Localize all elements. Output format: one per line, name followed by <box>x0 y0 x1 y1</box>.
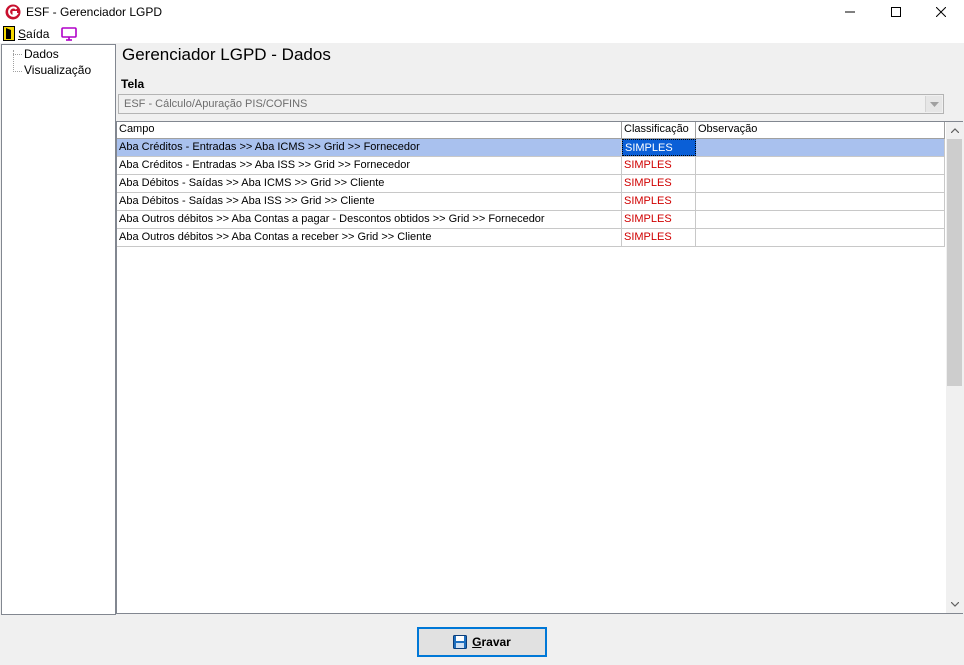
grid-rows: Aba Créditos - Entradas >> Aba ICMS >> G… <box>117 139 945 247</box>
page-title: Gerenciador LGPD - Dados <box>122 45 331 64</box>
cell-classificacao[interactable]: SIMPLES <box>622 211 696 228</box>
cell-classificacao[interactable]: SIMPLES <box>622 157 696 174</box>
title-bar: ESF - Gerenciador LGPD <box>0 0 964 24</box>
maximize-icon <box>891 7 901 17</box>
tree-item-visualizacao[interactable]: Visualização <box>24 63 91 77</box>
chevron-down-icon <box>929 101 939 107</box>
table-row[interactable]: Aba Débitos - Saídas >> Aba ICMS >> Grid… <box>117 175 945 193</box>
column-header-campo[interactable]: Campo <box>117 122 622 138</box>
window-title: ESF - Gerenciador LGPD <box>26 5 163 19</box>
cell-campo[interactable]: Aba Débitos - Saídas >> Aba ISS >> Grid … <box>117 193 622 210</box>
vertical-scrollbar[interactable] <box>946 122 963 613</box>
tree-item-dados[interactable]: Dados <box>24 47 59 61</box>
dropdown-button[interactable] <box>925 96 942 112</box>
cell-observacao[interactable] <box>696 139 945 156</box>
scroll-thumb[interactable] <box>947 139 962 386</box>
minimize-icon <box>845 11 855 13</box>
save-button[interactable]: Gravar <box>417 627 547 657</box>
cell-classificacao[interactable]: SIMPLES <box>622 229 696 246</box>
fields-grid[interactable]: Campo Classificação Observação Aba Crédi… <box>116 121 963 614</box>
cell-observacao[interactable] <box>696 229 945 246</box>
table-row[interactable]: Aba Débitos - Saídas >> Aba ISS >> Grid … <box>117 193 945 211</box>
floppy-disk-icon <box>453 635 468 649</box>
scroll-up-button[interactable] <box>946 122 963 139</box>
menu-exit-label: Saída <box>18 26 50 41</box>
cell-classificacao[interactable]: SIMPLES <box>622 175 696 192</box>
minimize-button[interactable] <box>827 0 873 24</box>
menu-exit[interactable]: Saída <box>3 26 49 41</box>
cell-campo[interactable]: Aba Créditos - Entradas >> Aba ISS >> Gr… <box>117 157 622 174</box>
cell-observacao[interactable] <box>696 157 945 174</box>
menu-bar: Saída <box>0 24 964 43</box>
cell-classificacao[interactable]: SIMPLES <box>622 193 696 210</box>
maximize-button[interactable] <box>873 0 919 24</box>
cell-campo[interactable]: Aba Outros débitos >> Aba Contas a pagar… <box>117 211 622 228</box>
close-button[interactable] <box>918 0 964 24</box>
column-header-classificacao[interactable]: Classificação <box>622 122 696 138</box>
screen-select[interactable]: ESF - Cálculo/Apuração PIS/COFINS <box>118 94 944 114</box>
cell-classificacao[interactable]: SIMPLES <box>622 139 696 156</box>
close-icon <box>936 7 946 17</box>
chevron-down-icon <box>950 602 959 607</box>
cell-observacao[interactable] <box>696 193 945 210</box>
table-row[interactable]: Aba Créditos - Entradas >> Aba ISS >> Gr… <box>117 157 945 175</box>
cell-campo[interactable]: Aba Débitos - Saídas >> Aba ICMS >> Grid… <box>117 175 622 192</box>
column-header-observacao[interactable]: Observação <box>696 122 945 138</box>
cell-campo[interactable]: Aba Outros débitos >> Aba Contas a receb… <box>117 229 622 246</box>
tree-connector <box>13 54 22 55</box>
table-row[interactable]: Aba Créditos - Entradas >> Aba ICMS >> G… <box>117 139 945 157</box>
table-row[interactable]: Aba Outros débitos >> Aba Contas a receb… <box>117 229 945 247</box>
navigation-tree: Dados Visualização <box>1 44 116 615</box>
tree-connector <box>13 71 22 72</box>
screen-select-value: ESF - Cálculo/Apuração PIS/COFINS <box>124 98 308 110</box>
cell-campo[interactable]: Aba Créditos - Entradas >> Aba ICMS >> G… <box>117 139 622 156</box>
cell-observacao[interactable] <box>696 211 945 228</box>
scroll-down-button[interactable] <box>946 596 963 613</box>
exit-door-icon <box>3 26 15 41</box>
grid-header: Campo Classificação Observação <box>117 122 945 139</box>
screen-label: Tela <box>121 77 145 91</box>
cell-observacao[interactable] <box>696 175 945 192</box>
monitor-icon[interactable] <box>61 26 78 41</box>
save-button-label: Gravar <box>472 635 511 649</box>
chevron-up-icon <box>950 128 959 133</box>
table-row[interactable]: Aba Outros débitos >> Aba Contas a pagar… <box>117 211 945 229</box>
app-logo-icon <box>5 4 21 20</box>
